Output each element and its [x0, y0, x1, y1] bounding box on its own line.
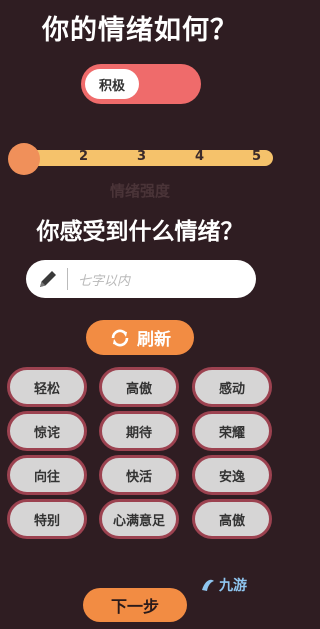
slider-tick: 3: [137, 149, 147, 164]
emotion-chip[interactable]: 惊诧: [7, 411, 87, 451]
emotion-input[interactable]: 七字以内: [26, 260, 256, 298]
emotion-chip[interactable]: 高傲: [192, 499, 272, 539]
page-title: 你的情绪如何？: [42, 15, 238, 46]
emotion-chip[interactable]: 安逸: [192, 455, 272, 495]
emotion-chip[interactable]: 心满意足: [99, 499, 179, 539]
emotion-chip[interactable]: 向往: [7, 455, 87, 495]
refresh-icon: [109, 327, 131, 349]
refresh-button-label: 刷新: [137, 330, 171, 350]
refresh-button[interactable]: 刷新: [86, 320, 194, 355]
question-title: 你感受到什么情绪？: [36, 219, 244, 245]
next-button[interactable]: 下一步: [83, 588, 187, 622]
intensity-label: 情绪强度: [109, 182, 170, 200]
emotion-chip[interactable]: 期待: [99, 411, 179, 451]
watermark-logo-icon: [199, 576, 217, 594]
emotion-chip[interactable]: 感动: [192, 367, 272, 407]
mood-toggle[interactable]: 积极: [81, 64, 201, 104]
slider-tick: 4: [195, 149, 205, 164]
intensity-slider-handle[interactable]: [8, 143, 40, 175]
slider-tick: 2: [79, 149, 89, 164]
emotion-chip[interactable]: 高傲: [99, 367, 179, 407]
input-divider: [67, 268, 68, 290]
emotion-chip[interactable]: 荣耀: [192, 411, 272, 451]
emotion-chip[interactable]: 轻松: [7, 367, 87, 407]
slider-tick: 5: [252, 149, 262, 164]
watermark: 九游: [199, 575, 247, 595]
emotion-input-placeholder: 七字以内: [78, 273, 131, 289]
emotion-chip[interactable]: 快活: [99, 455, 179, 495]
intensity-slider-track[interactable]: [22, 150, 273, 166]
next-button-label: 下一步: [110, 597, 159, 616]
mood-toggle-label: 积极: [85, 69, 139, 99]
pencil-icon: [37, 268, 59, 290]
watermark-text: 九游: [219, 578, 247, 594]
emotion-chip[interactable]: 特别: [7, 499, 87, 539]
